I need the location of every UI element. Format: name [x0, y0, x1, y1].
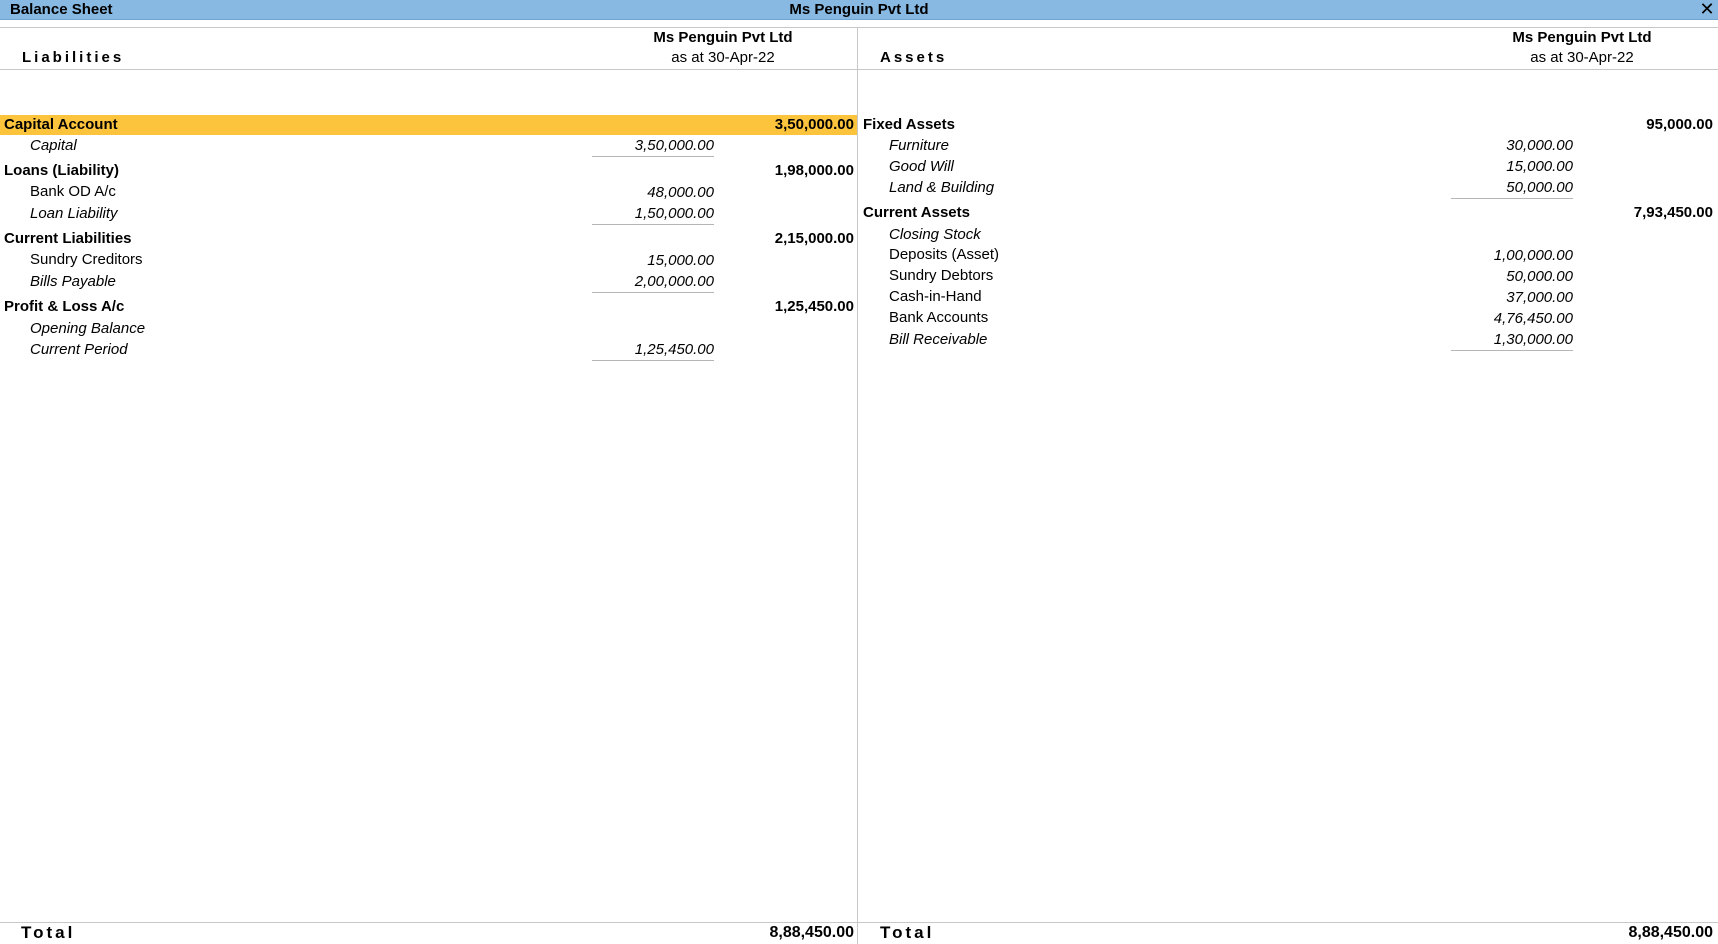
ledger-bills-payable[interactable]: Bills Payable — [30, 272, 116, 292]
group-total: 1,25,450.00 — [774, 298, 854, 315]
group-loans-liability[interactable]: Loans (Liability) — [4, 161, 119, 181]
ledger-amount: 2,00,000.00 — [592, 272, 714, 293]
ledger-furniture[interactable]: Furniture — [889, 136, 949, 156]
ledger-amount: 15,000.00 — [1506, 158, 1573, 175]
ledger-capital[interactable]: Capital — [30, 136, 77, 156]
ledger-deposits-asset[interactable]: Deposits (Asset) — [889, 245, 999, 265]
liabilities-column-company: Ms Penguin Pvt Ltd — [653, 29, 793, 46]
ledger-sundry-debtors[interactable]: Sundry Debtors — [889, 266, 993, 286]
ledger-amount: 4,76,450.00 — [1493, 310, 1573, 327]
group-total: 7,93,450.00 — [1633, 204, 1713, 221]
group-fixed-assets[interactable]: Fixed Assets — [863, 115, 955, 135]
column-divider — [857, 28, 858, 944]
close-icon[interactable]: ✕ — [1698, 0, 1716, 18]
liabilities-column-header: Ms Penguin Pvt Ltd as at 30-Apr-22 — [623, 28, 823, 68]
ledger-loan-liability[interactable]: Loan Liability — [30, 204, 118, 224]
liabilities-total-amount: 8,88,450.00 — [769, 924, 854, 941]
ledger-land-building[interactable]: Land & Building — [889, 178, 994, 198]
ledger-amount: 50,000.00 — [1506, 268, 1573, 285]
ledger-amount: 1,00,000.00 — [1493, 247, 1573, 264]
ledger-amount: 50,000.00 — [1451, 178, 1573, 199]
ledger-amount: 3,50,000.00 — [592, 136, 714, 157]
ledger-amount: 30,000.00 — [1506, 137, 1573, 154]
liabilities-column-date: as at 30-Apr-22 — [671, 49, 775, 66]
group-total: 95,000.00 — [1646, 116, 1713, 133]
group-profit-loss[interactable]: Profit & Loss A/c — [4, 297, 124, 317]
header-top-divider — [0, 27, 1718, 28]
assets-column-header: Ms Penguin Pvt Ltd as at 30-Apr-22 — [1482, 28, 1682, 68]
assets-total-label: Total — [880, 923, 935, 942]
group-total: 3,50,000.00 — [774, 116, 854, 133]
group-capital-account[interactable]: Capital Account — [4, 115, 118, 135]
liabilities-heading: Liabilities — [22, 49, 125, 66]
ledger-opening-balance[interactable]: Opening Balance — [30, 319, 145, 339]
ledger-current-period[interactable]: Current Period — [30, 340, 128, 360]
assets-heading: Assets — [880, 49, 948, 66]
ledger-amount: 37,000.00 — [1506, 289, 1573, 306]
group-current-assets[interactable]: Current Assets — [863, 203, 970, 223]
ledger-closing-stock[interactable]: Closing Stock — [889, 225, 981, 245]
assets-column-company: Ms Penguin Pvt Ltd — [1512, 29, 1652, 46]
assets-total-amount: 8,88,450.00 — [1628, 924, 1713, 941]
ledger-amount: 1,50,000.00 — [592, 204, 714, 225]
liabilities-total-label: Total — [21, 923, 76, 942]
ledger-cash-in-hand[interactable]: Cash-in-Hand — [889, 287, 982, 307]
group-total: 2,15,000.00 — [774, 230, 854, 247]
ledger-bank-od[interactable]: Bank OD A/c — [30, 182, 116, 202]
ledger-bill-receivable[interactable]: Bill Receivable — [889, 330, 987, 350]
ledger-amount: 48,000.00 — [647, 184, 714, 201]
company-name: Ms Penguin Pvt Ltd — [789, 1, 929, 18]
group-current-liabilities[interactable]: Current Liabilities — [4, 229, 132, 249]
ledger-good-will[interactable]: Good Will — [889, 157, 954, 177]
ledger-sundry-creditors[interactable]: Sundry Creditors — [30, 250, 143, 270]
ledger-amount: 15,000.00 — [647, 252, 714, 269]
assets-column-date: as at 30-Apr-22 — [1530, 49, 1634, 66]
group-total: 1,98,000.00 — [774, 162, 854, 179]
header-bottom-divider — [0, 69, 1718, 70]
ledger-bank-accounts[interactable]: Bank Accounts — [889, 308, 988, 328]
ledger-amount: 1,25,450.00 — [592, 340, 714, 361]
ledger-amount: 1,30,000.00 — [1451, 330, 1573, 351]
title-bar: Balance Sheet Ms Penguin Pvt Ltd ✕ — [0, 0, 1718, 20]
